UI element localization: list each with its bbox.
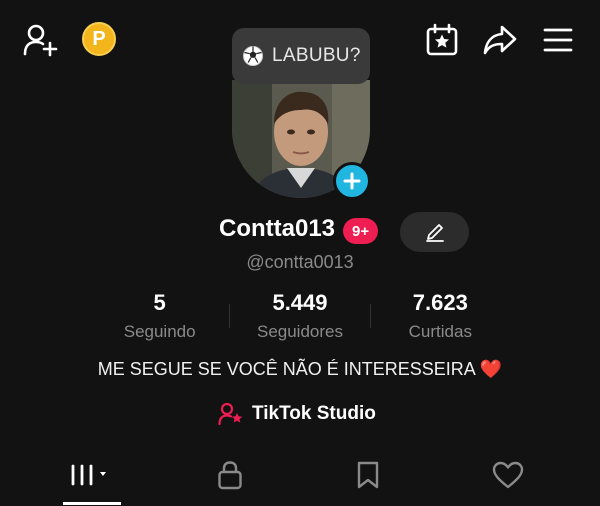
note-text: LABUBU? <box>272 45 361 66</box>
menu-icon <box>543 28 573 52</box>
add-friend-icon <box>23 24 58 57</box>
stat-followers[interactable]: 5.449 Seguidores <box>230 290 369 342</box>
notification-badge[interactable]: 9+ <box>343 218 379 244</box>
pencil-icon <box>425 224 444 242</box>
stat-label: Seguindo <box>123 322 196 341</box>
soccer-ball-icon <box>243 46 263 66</box>
heart-emoji: ❤️ <box>479 359 503 379</box>
tab-liked[interactable] <box>486 452 530 498</box>
calendar-star-icon <box>426 23 458 56</box>
stats-row: 5 Seguindo 5.449 Seguidores 7.623 Curtid… <box>90 290 510 342</box>
edit-profile-button[interactable] <box>400 212 469 252</box>
stat-value: 5.449 <box>272 290 328 315</box>
content-tabs <box>0 452 600 506</box>
heart-icon <box>492 461 524 489</box>
name-row: Contta013 9+ <box>0 210 600 252</box>
bio: ME SEGUE SE VOCÊ NÃO É INTERESSEIRA ❤️ <box>0 359 600 380</box>
tab-saved[interactable] <box>348 452 388 498</box>
display-name: Contta013 <box>219 215 336 242</box>
stat-value: 7.623 <box>412 290 468 315</box>
studio-label: TikTok Studio <box>252 403 376 424</box>
lock-icon <box>218 461 242 490</box>
add-story-button[interactable] <box>333 162 371 200</box>
share-button[interactable] <box>482 22 518 58</box>
active-tab-indicator <box>63 502 121 505</box>
coin-button[interactable]: P <box>82 22 116 56</box>
bookmark-icon <box>357 461 379 489</box>
stat-following[interactable]: 5 Seguindo <box>90 290 229 342</box>
username: @contta0013 <box>246 252 354 272</box>
grid-icon <box>71 464 106 486</box>
stat-label: Seguidores <box>256 322 343 341</box>
share-icon <box>483 25 517 55</box>
plus-icon <box>343 172 361 190</box>
calendar-button[interactable] <box>424 22 460 58</box>
add-friend-button[interactable] <box>20 22 60 58</box>
tab-private[interactable] <box>210 452 250 498</box>
note-bubble[interactable]: LABUBU? <box>232 28 370 84</box>
tab-videos[interactable] <box>62 452 122 498</box>
stat-likes[interactable]: 7.623 Curtidas <box>371 290 510 342</box>
stat-value: 5 <box>153 290 166 315</box>
menu-button[interactable] <box>540 24 576 56</box>
coin-icon: P <box>92 28 106 50</box>
creator-star-icon <box>218 402 243 426</box>
bio-text: ME SEGUE SE VOCÊ NÃO É INTERESSEIRA <box>97 359 475 379</box>
tiktok-studio-link[interactable]: TikTok Studio <box>218 402 376 426</box>
stat-label: Curtidas <box>408 322 472 341</box>
